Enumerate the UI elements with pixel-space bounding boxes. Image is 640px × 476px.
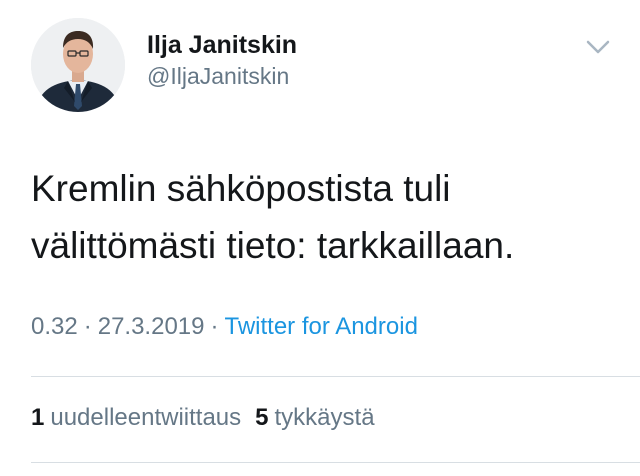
profile-photo-icon [31,18,125,112]
divider [31,376,640,377]
tweet-meta: 0.32 · 27.3.2019 · Twitter for Android [31,313,418,341]
likes-count: 5 [255,404,269,431]
divider [31,462,640,463]
tweet-date[interactable]: 27.3.2019 [98,313,205,340]
retweets-stat[interactable]: 1 uudelleentwiittaus [31,404,241,431]
likes-label: tykkäystä [274,404,375,431]
tweet-time[interactable]: 0.32 [31,313,78,340]
meta-separator: · [83,313,92,340]
author-handle[interactable]: @IljaJanitskin [147,63,289,90]
tweet-text-line: välittömästi tieto: tarkkaillaan. [31,225,515,266]
tweet-card: Ilja Janitskin @IljaJanitskin Kremlin sä… [0,0,640,476]
tweet-stats: 1 uudelleentwiittaus 5 tykkäystä [31,404,375,432]
likes-stat[interactable]: 5 tykkäystä [255,404,374,431]
retweets-label: uudelleentwiittaus [50,404,242,431]
tweet-source-link[interactable]: Twitter for Android [225,313,418,340]
retweets-count: 1 [31,404,45,431]
meta-separator: · [210,313,219,340]
avatar[interactable] [31,18,125,112]
tweet-text: Kremlin sähköpostista tuli välittömästi … [31,160,611,274]
chevron-down-icon[interactable] [583,34,613,60]
author-name[interactable]: Ilja Janitskin [147,31,297,60]
tweet-text-line: Kremlin sähköpostista tuli [31,168,451,209]
